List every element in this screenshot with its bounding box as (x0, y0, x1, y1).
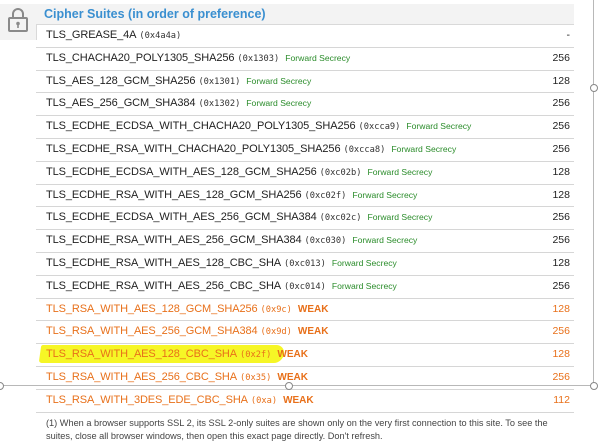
cipher-strength-bits: 256 (552, 211, 570, 224)
cipher-suite-code: (0xcca8) (343, 144, 386, 155)
forward-secrecy-badge: Forward Secrecy (352, 235, 418, 246)
cipher-strength-bits: 128 (552, 74, 570, 87)
resize-handle-bottom[interactable] (285, 382, 293, 390)
cipher-strength-bits: 256 (552, 234, 570, 247)
cipher-suite-code: (0xc02f) (304, 190, 347, 201)
weak-badge: WEAK (297, 326, 329, 338)
cipher-suites-list: TLS_GREASE_4A (0x4a4a) - TLS_CHACHA20_POLY1… (36, 25, 574, 413)
cipher-suite-code: (0x35) (240, 372, 272, 383)
cipher-suite-row: TLS_RSA_WITH_AES_256_CBC_SHA (0x35) WEAK 25… (36, 367, 574, 390)
forward-secrecy-badge: Forward Secrecy (246, 75, 312, 86)
cipher-suite-name: TLS_RSA_WITH_AES_256_GCM_SHA384 (46, 325, 258, 338)
cipher-suite-name: TLS_ECDHE_ECDSA_WITH_AES_128_GCM_SHA256 (46, 165, 317, 178)
cipher-suite-name: TLS_RSA_WITH_AES_256_CBC_SHA (46, 370, 238, 383)
forward-secrecy-badge: Forward Secrecy (285, 52, 351, 63)
cipher-suite-row: TLS_ECDHE_ECDSA_WITH_CHACHA20_POLY1305_S… (36, 116, 574, 139)
cipher-suite-row: TLS_ECDHE_RSA_WITH_AES_256_CBC_SHA (0xc01… (36, 276, 574, 299)
cipher-suite-code: (0x4a4a) (139, 31, 182, 41)
cipher-suite-code: (0xc02c) (319, 213, 362, 224)
weak-badge: WEAK (297, 303, 329, 315)
cipher-strength-bits: 128 (552, 348, 570, 361)
cipher-suite-row: TLS_AES_128_GCM_SHA256 (0x1301) Forward Se… (36, 71, 574, 94)
cipher-strength-bits: 256 (552, 142, 570, 155)
cipher-suite-row: TLS_AES_256_GCM_SHA384 (0x1302) Forward Se… (36, 93, 574, 117)
cipher-strength-bits: 256 (552, 325, 570, 338)
cipher-suite-row: TLS_GREASE_4A (0x4a4a) - (36, 25, 574, 48)
cipher-suite-row: TLS_ECDHE_ECDSA_WITH_AES_128_GCM_SHA256(… (36, 162, 574, 185)
cipher-strength-bits: 256 (552, 279, 570, 292)
cipher-suite-code: (0xc02b) (319, 167, 362, 178)
cipher-strength-bits: 256 (552, 97, 570, 110)
cipher-suite-code: (0x1303) (237, 53, 280, 64)
lock-icon (5, 7, 31, 38)
cipher-suite-name: TLS_ECDHE_RSA_WITH_AES_128_GCM_SHA256 (46, 188, 302, 201)
cipher-suite-name: TLS_AES_128_GCM_SHA256 (46, 74, 196, 87)
cipher-suite-code: (0xa) (250, 395, 278, 406)
cipher-strength-bits: 128 (552, 165, 570, 178)
forward-secrecy-badge: Forward Secrecy (367, 166, 433, 177)
cipher-suite-code: (0xc014) (284, 281, 326, 292)
cipher-suite-code: (0x2f) (240, 350, 272, 361)
cipher-strength-bits: 256 (552, 51, 570, 64)
cipher-suite-row: TLS_ECDHE_RSA_WITH_AES_128_GCM_SHA256 (0x… (36, 185, 574, 208)
resize-handle-bottom-left[interactable] (0, 382, 4, 390)
cipher-suite-code: (0xc030) (304, 236, 347, 247)
cipher-strength-bits: 256 (552, 120, 570, 133)
footnote: (1) When a browser supports SSL 2, its S… (46, 417, 548, 441)
resize-handle-bottom-right[interactable] (590, 382, 598, 390)
cipher-strength-bits: 256 (552, 370, 570, 383)
cipher-suite-row: TLS_RSA_WITH_3DES_EDE_CBC_SHA (0xa) WEAK 11… (36, 390, 574, 413)
cipher-suite-row: TLS_ECDHE_RSA_WITH_CHACHA20_POLY1305_SHA… (36, 139, 574, 162)
cipher-strength-bits: 128 (552, 302, 570, 315)
cipher-suite-name: TLS_ECDHE_RSA_WITH_CHACHA20_POLY1305_SHA… (46, 142, 341, 155)
resize-handle-right[interactable] (590, 84, 598, 92)
cipher-suite-name: TLS_ECDHE_ECDSA_WITH_CHACHA20_POLY1305_S… (46, 120, 356, 133)
cipher-strength-bits: 128 (552, 256, 570, 269)
cipher-suite-row: TLS_RSA_WITH_AES_128_CBC_SHA (0x2f) WEAK 12… (36, 344, 574, 367)
cipher-suite-name: TLS_RSA_WITH_AES_128_CBC_SHA (46, 348, 238, 361)
weak-badge: WEAK (277, 371, 308, 383)
forward-secrecy-badge: Forward Secrecy (367, 212, 433, 223)
cipher-suite-name: TLS_ECDHE_RSA_WITH_AES_256_GCM_SHA384 (46, 234, 302, 247)
cipher-suite-code: (0x9c) (260, 304, 292, 315)
forward-secrecy-badge: Forward Secrecy (352, 189, 418, 200)
cipher-suite-name: TLS_ECDHE_RSA_WITH_AES_256_CBC_SHA (46, 279, 282, 292)
forward-secrecy-badge: Forward Secrecy (331, 257, 397, 268)
cipher-suite-row: TLS_RSA_WITH_AES_128_GCM_SHA256 (0x9c) WEA… (36, 299, 574, 322)
cipher-suite-code: (0xcca9) (358, 122, 401, 133)
cipher-suite-row: TLS_ECDHE_ECDSA_WITH_AES_256_GCM_SHA384(… (36, 207, 574, 231)
cipher-suite-code: (0x1302) (198, 99, 241, 110)
cipher-suite-name: TLS_CHACHA20_POLY1305_SHA256 (46, 51, 235, 64)
cipher-suite-name: TLS_AES_256_GCM_SHA384 (46, 97, 196, 110)
cipher-strength-bits: - (566, 29, 571, 41)
panel-title: Cipher Suites (in order of preference) (36, 4, 574, 25)
cipher-suite-code: (0xc013) (284, 258, 326, 269)
cipher-suite-code: (0x9d) (260, 327, 292, 338)
cipher-suite-name: TLS_RSA_WITH_3DES_EDE_CBC_SHA (46, 393, 248, 406)
cipher-strength-bits: 112 (553, 393, 570, 406)
weak-badge: WEAK (277, 349, 308, 361)
weak-badge: WEAK (283, 394, 314, 406)
cipher-suite-row: TLS_ECDHE_RSA_WITH_AES_256_GCM_SHA384 (0x… (36, 230, 574, 253)
cipher-strength-bits: 128 (552, 188, 570, 201)
cipher-suite-code: (0x1301) (198, 76, 241, 87)
forward-secrecy-badge: Forward Secrecy (331, 280, 397, 291)
cipher-suites-panel: Cipher Suites (in order of preference) T… (36, 4, 574, 443)
cipher-suite-name: TLS_ECDHE_RSA_WITH_AES_128_CBC_SHA (46, 256, 282, 269)
forward-secrecy-badge: Forward Secrecy (391, 143, 457, 154)
forward-secrecy-badge: Forward Secrecy (406, 121, 472, 132)
cipher-suite-row: TLS_RSA_WITH_AES_256_GCM_SHA384 (0x9d) WEA… (36, 321, 574, 345)
cipher-suite-name: TLS_ECDHE_ECDSA_WITH_AES_256_GCM_SHA384 (46, 211, 317, 224)
cipher-suite-name: TLS_RSA_WITH_AES_128_GCM_SHA256 (46, 302, 258, 315)
forward-secrecy-badge: Forward Secrecy (246, 98, 312, 109)
cipher-suite-row: TLS_ECDHE_RSA_WITH_AES_128_CBC_SHA (0xc01… (36, 253, 574, 276)
lock-icon-box (0, 4, 37, 40)
cipher-suite-row: TLS_CHACHA20_POLY1305_SHA256 (0x1303) Forw… (36, 48, 574, 71)
cipher-suite-name: TLS_GREASE_4A (46, 29, 137, 41)
